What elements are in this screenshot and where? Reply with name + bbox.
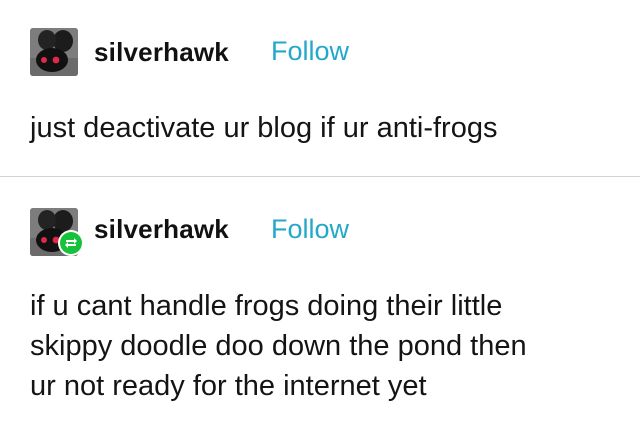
post-body: if u cant handle frogs doing their littl… xyxy=(30,286,527,406)
post-body-line: just deactivate ur blog if ur anti-frogs xyxy=(30,112,498,144)
reblog-badge xyxy=(58,230,84,256)
post-body: just deactivate ur blog if ur anti-frogs xyxy=(30,108,497,148)
reblog-icon xyxy=(65,238,77,248)
post-body-line: skippy doodle doo down the pond then xyxy=(30,330,527,362)
post: silverhawk Follow just deactivate ur blo… xyxy=(0,0,640,176)
follow-button[interactable]: Follow xyxy=(271,214,349,245)
follow-button[interactable]: Follow xyxy=(271,36,349,67)
post-body-line: ur not ready for the internet yet xyxy=(30,370,427,402)
moth-avatar-icon[interactable] xyxy=(30,28,78,76)
username[interactable]: silverhawk xyxy=(94,37,229,68)
post-body-line: if u cant handle frogs doing their littl… xyxy=(30,290,503,322)
post: silverhawk Follow if u cant handle frogs… xyxy=(0,177,640,429)
username[interactable]: silverhawk xyxy=(94,214,229,245)
